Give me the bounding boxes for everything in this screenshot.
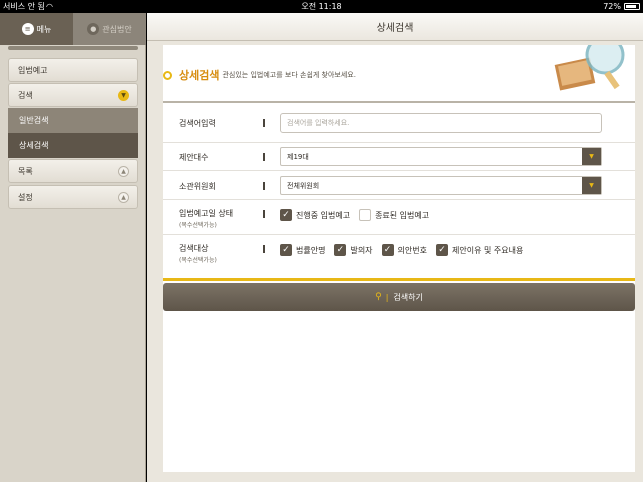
person-icon: ● — [87, 23, 100, 35]
content-card: 상세검색 관심있는 입법예고를 보다 손쉽게 찾아보세요. 검색어입력 제안대수… — [163, 45, 635, 472]
status-options: ✓ 진행중 입법예고 종료된 입법예고 — [280, 209, 438, 221]
chevron-down-icon: ▼ — [118, 90, 129, 101]
committee-label: 소관위원회 — [179, 182, 216, 191]
sidebar-item-list[interactable]: 목록 ▲ — [8, 159, 138, 183]
sidebar-subitem-basic-search[interactable]: 일반검색 — [8, 108, 138, 133]
sidebar-subitem-label: 상세검색 — [19, 141, 49, 150]
sidebar-divider — [8, 46, 138, 50]
option-label: 발의자 — [350, 245, 373, 255]
sidebar-item-label: 입법예고 — [18, 65, 48, 75]
sidebar-item-label: 검색 — [18, 90, 33, 100]
button-separator: | — [385, 292, 389, 302]
committee-row: 소관위원회 전체위원회 ▼ — [163, 171, 635, 200]
label-separator — [263, 182, 265, 190]
sidebar-item-settings[interactable]: 설정 ▲ — [8, 185, 138, 209]
label-separator — [263, 119, 265, 127]
status-bar: 서비스 안 됨 ◠ 오전 11:18 72% — [0, 0, 643, 13]
option-label: 법률안명 — [296, 245, 326, 255]
label-separator — [263, 210, 265, 218]
section-title-text: 상세검색 — [179, 69, 220, 82]
target-option-proposer[interactable]: ✓ 발의자 — [334, 244, 373, 256]
tab-favorites-label: 관심법안 — [102, 24, 132, 34]
sidebar-item-search[interactable]: 검색 ▼ — [8, 83, 138, 107]
committee-select[interactable]: 전체위원회 ▼ — [280, 176, 602, 195]
clock: 오전 11:18 — [301, 2, 342, 11]
status-sublabel: (복수선택가능) — [179, 222, 217, 229]
checkbox-unchecked-icon[interactable] — [359, 209, 372, 221]
option-label: 제안이유 및 주요내용 — [452, 245, 524, 255]
sidebar: ≡ 메뉴 ● 관심법안 입법예고 검색 ▼ 일반검색 상세검색 목록 ▲ 설정 … — [0, 13, 146, 482]
search-button-label: 검색하기 — [393, 292, 423, 302]
status-row: 입법예고일 상태 (복수선택가능) ✓ 진행중 입법예고 종료된 입법예고 — [163, 200, 635, 235]
option-label: 종료된 입법예고 — [375, 210, 430, 220]
sidebar-tabs: ≡ 메뉴 ● 관심법안 — [0, 13, 146, 45]
dropdown-arrow-icon: ▼ — [582, 177, 601, 194]
section-subtitle: 관심있는 입법예고를 보다 손쉽게 찾아보세요. — [222, 71, 356, 79]
status-option-ended[interactable]: 종료된 입법예고 — [359, 209, 429, 221]
keyword-label: 검색어입력 — [179, 119, 216, 128]
sidebar-item-label: 설정 — [18, 192, 33, 202]
sidebar-item-notice[interactable]: 입법예고 — [8, 58, 138, 82]
target-option-bill-number[interactable]: ✓ 의안번호 — [381, 244, 427, 256]
page-title: 상세검색 — [376, 23, 414, 34]
target-option-reason[interactable]: ✓ 제안이유 및 주요내용 — [436, 244, 523, 256]
session-select[interactable]: 제19대 ▼ — [280, 147, 602, 166]
sidebar-item-label: 목록 — [18, 166, 33, 176]
battery-percent: 72% — [603, 2, 621, 11]
target-label: 검색대상 — [179, 244, 209, 253]
tab-menu[interactable]: ≡ 메뉴 — [0, 13, 73, 45]
circle-bullet-icon — [163, 70, 172, 80]
checkbox-checked-icon[interactable]: ✓ — [436, 244, 448, 256]
sidebar-subitem-advanced-search[interactable]: 상세검색 — [8, 133, 138, 158]
search-icon: ⚲ — [375, 292, 382, 302]
session-row: 제안대수 제19대 ▼ — [163, 143, 635, 171]
tab-favorites[interactable]: ● 관심법안 — [73, 13, 146, 45]
form-bottom-rule — [163, 278, 635, 281]
checkbox-checked-icon[interactable]: ✓ — [381, 244, 394, 256]
status-label: 입법예고일 상태 — [179, 209, 234, 218]
option-label: 의안번호 — [397, 245, 427, 255]
checkbox-checked-icon[interactable]: ✓ — [334, 244, 347, 256]
chevron-up-icon: ▲ — [118, 192, 129, 203]
checkbox-checked-icon[interactable]: ✓ — [280, 244, 292, 256]
target-row: 검색대상 (복수선택가능) ✓ 법률안명 ✓ 발의자 ✓ 의안번호 ✓ 제안이유… — [163, 235, 635, 275]
label-separator — [263, 153, 265, 161]
session-label: 제안대수 — [179, 153, 209, 162]
status-option-ongoing[interactable]: ✓ 진행중 입법예고 — [280, 209, 350, 221]
target-option-bill-name[interactable]: ✓ 법률안명 — [280, 244, 325, 256]
page-header: 상세검색 — [147, 13, 643, 41]
chevron-up-icon: ▲ — [118, 166, 129, 177]
label-separator — [263, 245, 265, 253]
main-panel: 상세검색 상세검색 관심있는 입법예고를 보다 손쉽게 찾아보세요. 검색어입력… — [147, 13, 643, 482]
target-options: ✓ 법률안명 ✓ 발의자 ✓ 의안번호 ✓ 제안이유 및 주요내용 — [280, 244, 532, 256]
keyword-input[interactable] — [280, 113, 602, 133]
checkbox-checked-icon[interactable]: ✓ — [280, 209, 292, 221]
option-label: 진행중 입법예고 — [296, 210, 351, 220]
battery-icon — [624, 3, 640, 10]
list-icon: ≡ — [21, 23, 34, 35]
keyword-row: 검색어입력 — [163, 103, 635, 143]
magnifier-book-illustration — [554, 45, 625, 91]
sidebar-subitem-label: 일반검색 — [19, 116, 49, 125]
session-select-value: 제19대 — [287, 152, 309, 161]
target-sublabel: (복수선택가능) — [179, 257, 217, 264]
tab-menu-label: 메뉴 — [36, 24, 52, 34]
search-button[interactable]: ⚲ | 검색하기 — [163, 283, 635, 311]
section-title: 상세검색 관심있는 입법예고를 보다 손쉽게 찾아보세요. — [163, 67, 356, 83]
committee-select-value: 전체위원회 — [287, 181, 320, 190]
dropdown-arrow-icon: ▼ — [582, 148, 601, 165]
